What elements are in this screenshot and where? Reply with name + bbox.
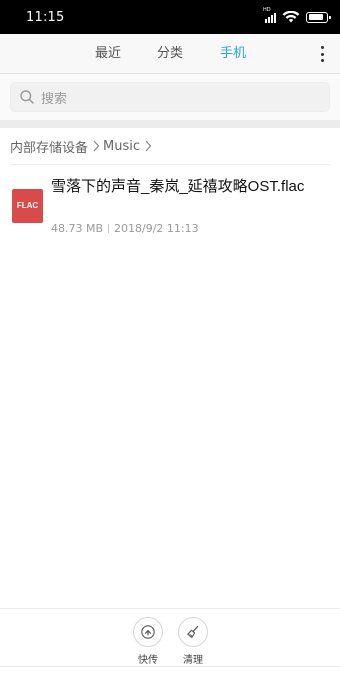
file-name: 雪落下的声音_秦岚_延禧攻略OST.flac: [51, 178, 305, 195]
cellular-signal-icon: HD: [263, 7, 276, 23]
search-icon: [20, 90, 34, 104]
file-size: 48.73 MB: [51, 222, 104, 235]
tab-category[interactable]: 分类: [157, 34, 183, 74]
section-divider: [0, 120, 340, 128]
search-area: 搜索: [0, 74, 340, 120]
flac-file-icon: FLAC: [12, 189, 43, 223]
breadcrumb-item-internal-storage[interactable]: 内部存储设备: [10, 137, 88, 156]
breadcrumb: 内部存储设备 Music: [10, 136, 155, 156]
tab-bar: 最近 分类 手机: [0, 34, 340, 74]
chevron-right-icon: [145, 140, 152, 152]
more-options-icon[interactable]: [318, 46, 326, 62]
search-placeholder: 搜索: [41, 91, 68, 107]
bottom-action-bar: 快传 清理: [0, 608, 340, 666]
battery-icon: [306, 11, 331, 23]
status-icons: HD: [263, 7, 331, 23]
broom-clean-icon: [178, 617, 208, 647]
meta-divider: [108, 224, 110, 233]
tab-recent[interactable]: 最近: [95, 34, 121, 74]
search-input[interactable]: 搜索: [10, 82, 330, 112]
file-date: 2018/9/2 11:13: [114, 222, 199, 235]
quick-transfer-label: 快传: [138, 655, 158, 666]
battery-fill: [308, 14, 323, 20]
divider: [10, 164, 330, 165]
file-meta: 48.73 MB 2018/9/2 11:13: [51, 222, 199, 235]
wifi-icon: [282, 11, 300, 23]
chevron-right-icon: [93, 140, 100, 152]
clean-label: 清理: [183, 655, 203, 666]
status-time: 11:15: [26, 9, 65, 25]
quick-transfer-button[interactable]: 快传: [128, 617, 168, 666]
network-label: HD: [263, 7, 271, 13]
status-bar: 11:15 HD: [0, 0, 340, 34]
tab-phone[interactable]: 手机: [220, 34, 246, 74]
bottom-edge: [0, 666, 340, 674]
list-item[interactable]: FLAC 雪落下的声音_秦岚_延禧攻略OST.flac 48.73 MB 201…: [0, 172, 340, 242]
clean-button[interactable]: 清理: [173, 617, 213, 666]
breadcrumb-item-music[interactable]: Music: [103, 139, 140, 154]
share-transfer-icon: [133, 617, 163, 647]
file-manager-screen: 11:15 HD 最近 分类 手机 搜索 内部存储设备 Music FLAC 雪…: [0, 0, 340, 674]
